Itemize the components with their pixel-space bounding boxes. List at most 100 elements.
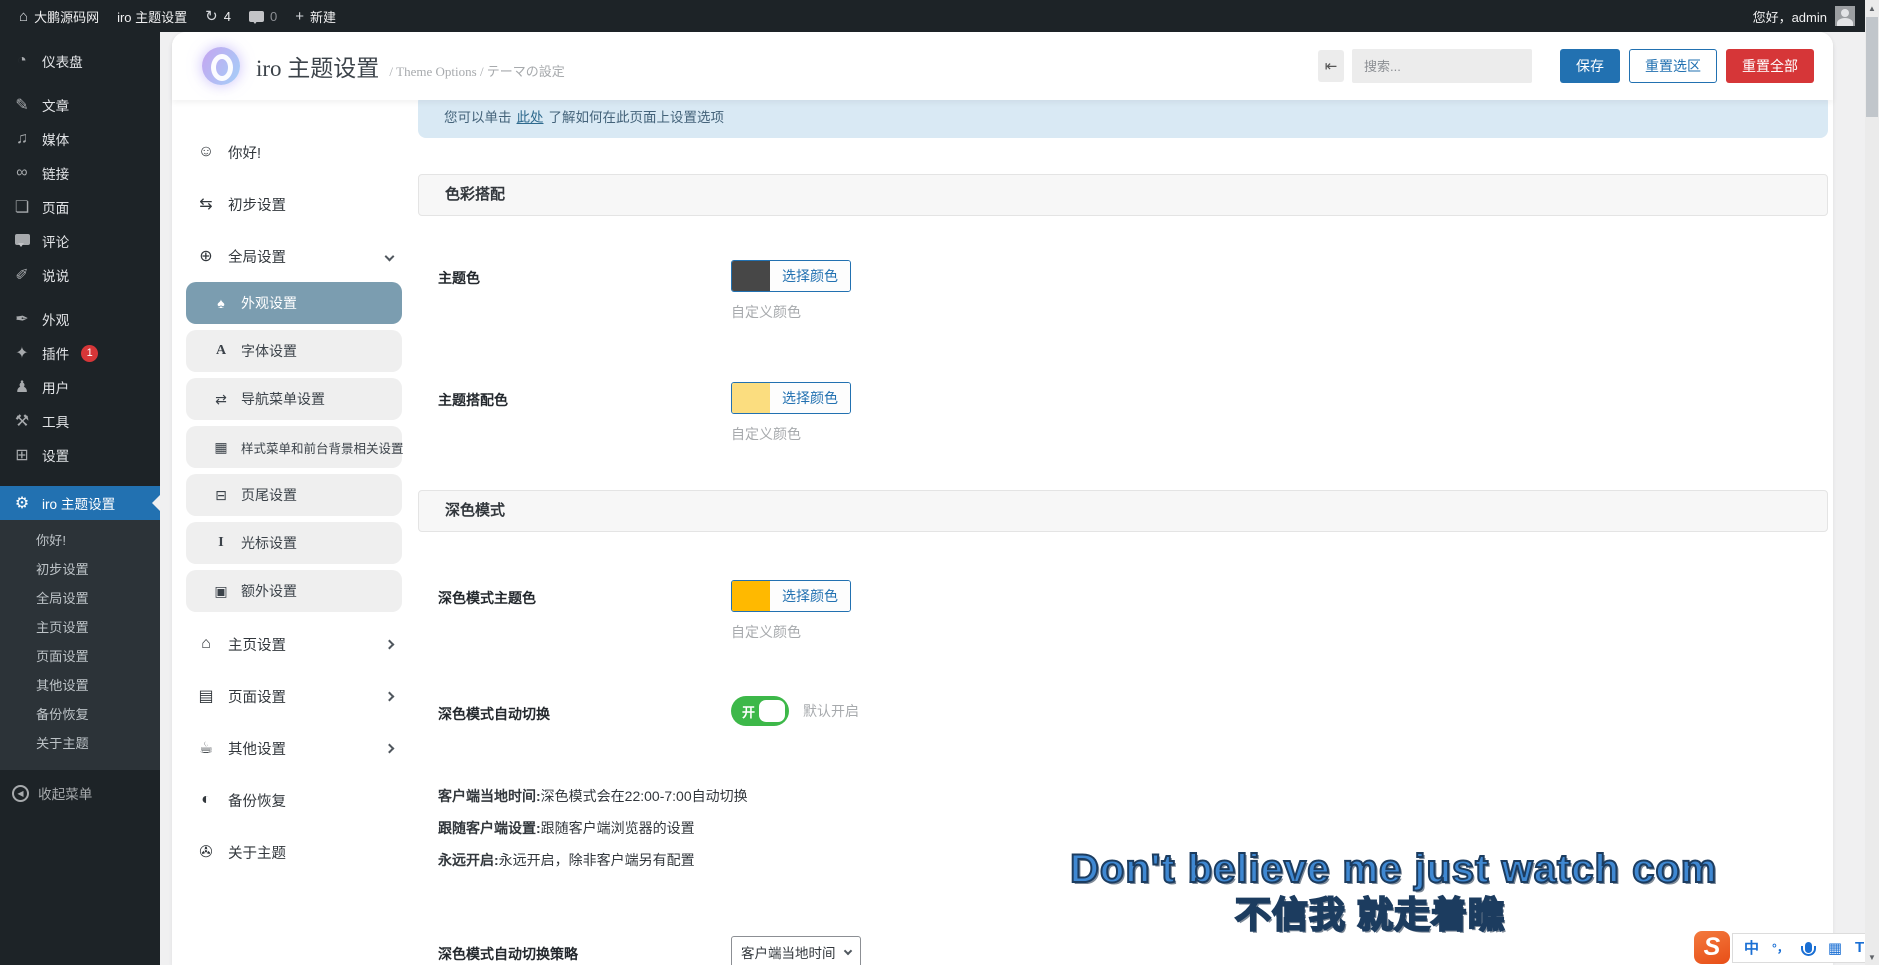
option-item-label: 页尾设置 [241,485,297,505]
skin-shirt-icon[interactable]: T [1855,939,1864,956]
sidebar-item-iro-theme[interactable]: ⚙ iro 主题设置 [0,486,160,520]
sidebar-item-plugins[interactable]: ✦ 插件 1 [0,336,160,370]
microphone-icon[interactable] [1805,942,1812,953]
dashboard-icon: ◔ [12,52,32,70]
new-label: 新建 [310,7,336,26]
theme-options-panel: 您可以单击 此处 了解如何在此页面上设置选项 色彩搭配 主题色 选择颜色 自定义… [172,32,1833,965]
sidebar-item-appearance[interactable]: ✒ 外观 [0,302,160,336]
sidebar-item-links[interactable]: ∞ 链接 [0,156,160,190]
sidebar-item-users[interactable]: ♟ 用户 [0,370,160,404]
sidebar-item-talks[interactable]: ✐ 说说 [0,258,160,292]
reset-section-button[interactable]: 重置选区 [1629,49,1717,83]
greeting-text[interactable]: 您好，admin [1753,7,1827,26]
collapse-menu-button[interactable]: ◀ 收起菜单 [0,776,160,810]
ime-tray: 中 °， ▦ T [1732,933,1879,963]
option-item-label: 外观设置 [241,293,297,313]
sidebar-item-dashboard[interactable]: ◔ 仪表盘 [0,44,160,78]
sidebar-item-label: 说说 [42,265,69,285]
panel-title-wrap: iro 主题设置 / Theme Options / テーマの設定 [256,49,565,83]
submenu-item-other[interactable]: 其他设置 [0,671,160,700]
admin-bar-updates[interactable]: ↻ 4 [196,0,240,32]
sidebar-item-settings[interactable]: ⊞ 设置 [0,438,160,472]
save-button[interactable]: 保存 [1560,49,1620,83]
option-item-label: 主页设置 [228,634,286,655]
collapse-arrow-icon: ◀ [12,785,29,802]
option-subitem-nav-menu[interactable]: ⇄ 导航菜单设置 [186,378,402,420]
option-subitem-appearance[interactable]: ♠ 外观设置 [186,282,402,324]
sidebar-item-label: iro 主题设置 [42,493,115,513]
option-subitem-style-menu-background[interactable]: ▦ 样式菜单和前台背景相关设置 [186,426,402,468]
option-item-label: 额外设置 [241,581,297,601]
submenu-item-pages[interactable]: 页面设置 [0,642,160,671]
sidebar-item-tools[interactable]: ⚒ 工具 [0,404,160,438]
sidebar-item-label: 外观 [42,309,69,329]
option-subitem-cursor[interactable]: I 光标设置 [186,522,402,564]
avatar[interactable] [1835,6,1855,26]
plugin-icon: ✦ [12,343,32,363]
submenu-item-global[interactable]: 全局设置 [0,584,160,613]
nav-sliders-icon: ⇄ [213,391,229,408]
indent-icon: ⇤ [1325,57,1338,75]
pages-icon: ❏ [12,197,32,217]
admin-bar-comments[interactable]: 0 [240,0,286,32]
mug-icon: ☕ [197,738,215,758]
option-item-about-theme[interactable]: ✇ 关于主题 [172,826,416,878]
option-item-other-settings[interactable]: ☕ 其他设置 [172,722,416,774]
ime-punctuation-toggle[interactable]: °， [1772,939,1789,956]
sidebar-item-label: 媒体 [42,129,69,149]
submenu-item-hello[interactable]: 你好! [0,526,160,555]
submenu-item-homepage[interactable]: 主页设置 [0,613,160,642]
description-line: 跟随客户端设置:跟随客户端浏览器的设置 [438,812,1833,844]
keyboard-icon[interactable]: ▦ [1828,939,1842,957]
dark-mode-toggle[interactable]: 开 [731,696,789,726]
option-subitem-font[interactable]: A 字体设置 [186,330,402,372]
reset-all-button[interactable]: 重置全部 [1726,49,1814,83]
option-item-label: 全局设置 [228,246,286,267]
admin-bar-site[interactable]: ⌂ 大鹏源码网 [10,0,108,32]
scroll-down-arrow-icon[interactable]: ▼ [1865,949,1879,965]
theme-accent-picker-button[interactable]: 选择颜色 [731,382,851,414]
sidebar-item-label: 文章 [42,95,69,115]
dark-switch-label: 深色模式自动切换 [438,696,731,726]
admin-bar-page-label: iro 主题设置 [117,7,187,26]
dark-strategy-select[interactable]: 客户端当地时间 [731,936,861,965]
option-subitem-extra[interactable]: ▣ 额外设置 [186,570,402,612]
option-item-hello[interactable]: ☺ 你好! [172,126,416,178]
option-item-global-settings[interactable]: ⊕ 全局设置 [172,230,416,282]
dark-color-picker-button[interactable]: 选择颜色 [731,580,851,612]
submenu-item-backup[interactable]: 备份恢复 [0,700,160,729]
sidebar-item-pages[interactable]: ❏ 页面 [0,190,160,224]
theme-color-picker-button[interactable]: 选择颜色 [731,260,851,292]
toggle-on-text: 开 [742,702,755,721]
option-item-homepage-settings[interactable]: ⌂ 主页设置 [172,618,416,670]
submenu-item-about[interactable]: 关于主题 [0,729,160,758]
options-sidebar: ☺ 你好! ⇆ 初步设置 ⊕ 全局设置 ♠ 外观设置 A 字体设置 ⇄ 导航菜单… [172,100,416,965]
collapse-panel-sidebar-button[interactable]: ⇤ [1318,50,1344,82]
footer-box-icon: ⊟ [213,487,229,504]
option-item-backup-restore[interactable]: ◐ 备份恢复 [172,774,416,826]
option-item-page-settings[interactable]: ▤ 页面设置 [172,670,416,722]
dark-mode-descriptions: 客户端当地时间:深色模式会在22:00-7:00自动切换 跟随客户端设置:跟随客… [416,780,1833,876]
submenu-item-initial[interactable]: 初步设置 [0,555,160,584]
search-input[interactable] [1352,49,1532,83]
admin-bar-page[interactable]: iro 主题设置 [108,0,196,32]
theme-accent-control: 选择颜色 自定义颜色 [731,382,851,444]
sidebar-item-media[interactable]: ♫ 媒体 [0,122,160,156]
sogou-logo-icon[interactable]: S [1694,931,1730,964]
sidebar-item-posts[interactable]: ✎ 文章 [0,88,160,122]
browser-scrollbar[interactable]: ▲ ▼ [1865,0,1879,965]
scrollbar-thumb[interactable] [1866,17,1878,117]
scroll-up-arrow-icon[interactable]: ▲ [1865,0,1879,16]
notice-link[interactable]: 此处 [517,106,544,126]
description-line: 客户端当地时间:深色模式会在22:00-7:00自动切换 [438,780,1833,812]
option-item-initial-settings[interactable]: ⇆ 初步设置 [172,178,416,230]
option-item-label: 光标设置 [241,533,297,553]
home-icon: ⌂ [19,8,28,25]
dark-color-swatch [732,581,770,611]
admin-bar-new[interactable]: + 新建 [286,0,345,32]
dark-color-control: 选择颜色 自定义颜色 [731,580,851,642]
sidebar-item-comments[interactable]: 评论 [0,224,160,258]
cursor-ibeam-icon: I [213,535,229,551]
ime-mode-toggle[interactable]: 中 [1744,937,1759,958]
option-subitem-footer[interactable]: ⊟ 页尾设置 [186,474,402,516]
